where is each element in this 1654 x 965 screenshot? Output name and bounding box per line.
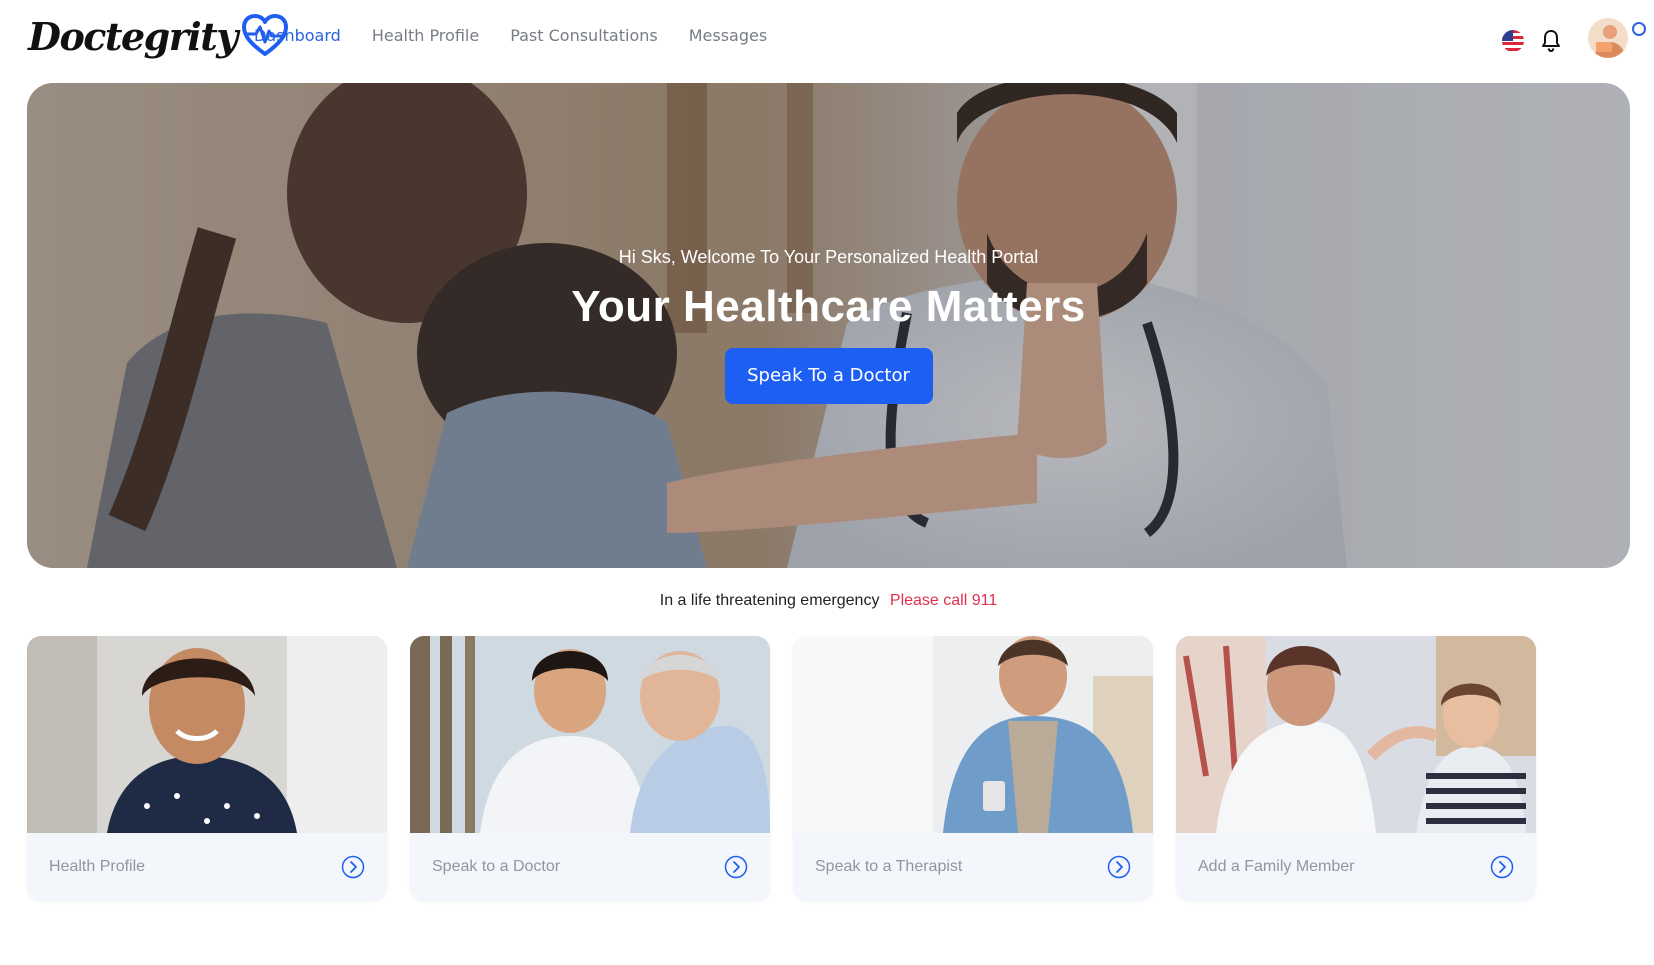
us-flag-icon[interactable] (1502, 29, 1524, 52)
card-speak-to-doctor[interactable]: Speak to a Doctor (410, 636, 770, 901)
card-photo (410, 636, 770, 833)
card-footer: Speak to a Doctor (410, 833, 770, 901)
card-photo (1176, 636, 1536, 833)
card-speak-to-therapist[interactable]: Speak to a Therapist (793, 636, 1153, 901)
nav-item-past-consultations[interactable]: Past Consultations (510, 26, 658, 45)
card-photo (27, 636, 387, 833)
nav-item-messages[interactable]: Messages (689, 26, 767, 45)
hero-banner: Hi Sks, Welcome To Your Personalized Hea… (27, 83, 1630, 568)
bell-icon[interactable] (1540, 29, 1562, 53)
hero-title: Your Healthcare Matters (571, 282, 1086, 331)
arrow-right-circle-icon[interactable] (724, 855, 748, 879)
card-footer: Add a Family Member (1176, 833, 1536, 901)
speak-to-doctor-button[interactable]: Speak To a Doctor (724, 348, 933, 404)
card-footer: Speak to a Therapist (793, 833, 1153, 901)
emergency-label: In a life threatening emergency (659, 592, 880, 609)
logo-text: Doctegrity (28, 13, 238, 59)
card-footer: Health Profile (27, 833, 387, 901)
arrow-right-circle-icon[interactable] (1490, 855, 1514, 879)
card-add-family-member[interactable]: Add a Family Member (1176, 636, 1536, 901)
nav-item-dashboard[interactable]: Dashboard (254, 26, 341, 45)
status-ring-icon (1632, 22, 1646, 36)
call-911-link[interactable]: Please call 911 (890, 592, 997, 609)
logo[interactable]: Doctegrity (28, 12, 289, 60)
action-cards: Health Profile Speak to a Doctor Speak t… (27, 636, 1630, 901)
card-label: Health Profile (49, 858, 146, 875)
hero-content: Hi Sks, Welcome To Your Personalized Hea… (27, 247, 1630, 404)
top-bar: Doctegrity Dashboard Health Profile Past… (0, 0, 1654, 78)
card-label: Speak to a Doctor (432, 858, 561, 875)
card-label: Speak to a Therapist (815, 858, 963, 875)
nav-item-health-profile[interactable]: Health Profile (372, 26, 479, 45)
card-photo (793, 636, 1153, 833)
arrow-right-circle-icon[interactable] (341, 855, 365, 879)
avatar[interactable] (1588, 18, 1628, 58)
header-actions (1502, 18, 1646, 63)
hero-greeting: Hi Sks, Welcome To Your Personalized Hea… (618, 247, 1039, 267)
card-label: Add a Family Member (1198, 858, 1355, 875)
main-nav: Dashboard Health Profile Past Consultati… (254, 26, 767, 45)
card-health-profile[interactable]: Health Profile (27, 636, 387, 901)
emergency-notice: In a life threatening emergency Please c… (27, 592, 1630, 610)
arrow-right-circle-icon[interactable] (1107, 855, 1131, 879)
